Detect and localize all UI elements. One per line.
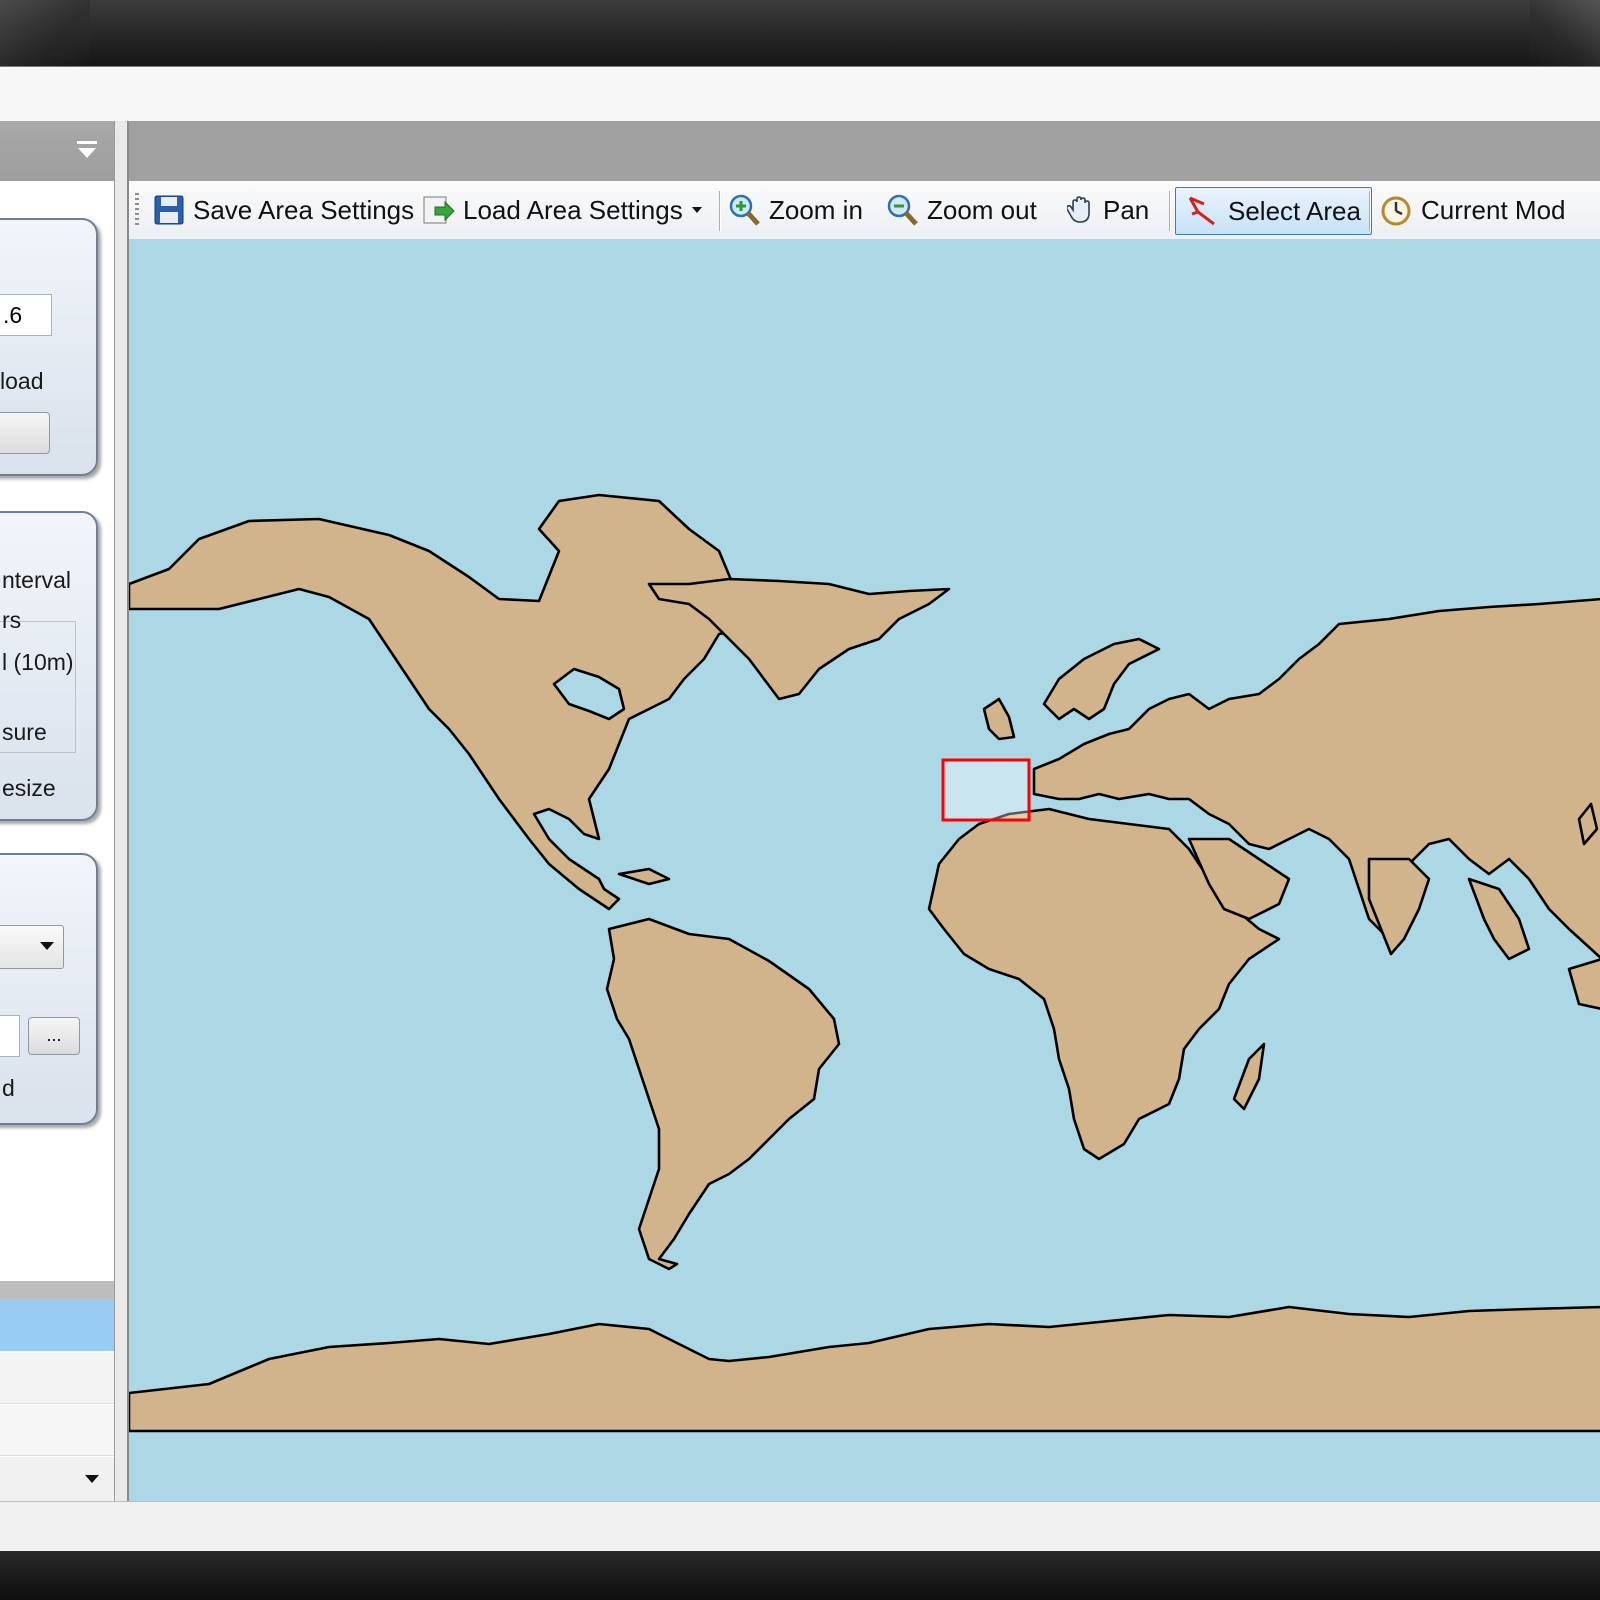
menu-bar bbox=[0, 67, 1600, 122]
map-panel-header bbox=[129, 121, 1600, 181]
world-map[interactable] bbox=[129, 239, 1600, 1501]
download-button[interactable] bbox=[0, 412, 50, 454]
clock-icon bbox=[1381, 196, 1411, 226]
value-input[interactable]: .6 bbox=[0, 294, 52, 336]
list-header bbox=[0, 1281, 114, 1299]
map-toolbar: Save Area Settings Load Area Settings Zo… bbox=[129, 181, 1600, 240]
zoom-out-icon bbox=[887, 194, 918, 226]
save-icon bbox=[154, 195, 184, 225]
list-footer bbox=[0, 1457, 114, 1501]
select-area-icon bbox=[1188, 196, 1215, 226]
select-area-button[interactable]: Select Area bbox=[1175, 187, 1372, 235]
zoom-in-label: Zoom in bbox=[769, 194, 863, 225]
pan-button[interactable]: Pan bbox=[1067, 187, 1149, 233]
map-panel: Save Area Settings Load Area Settings Zo… bbox=[127, 121, 1600, 1501]
chevron-down-icon[interactable] bbox=[84, 1473, 100, 1485]
resize-option[interactable]: esize bbox=[2, 775, 56, 802]
selected-area-rectangle[interactable] bbox=[941, 758, 1031, 822]
save-area-settings-label: Save Area Settings bbox=[193, 194, 415, 225]
window-bottom-frame bbox=[0, 1551, 1600, 1600]
load-area-settings-button[interactable]: Load Area Settings bbox=[421, 187, 703, 233]
save-area-settings-button[interactable]: Save Area Settings bbox=[153, 187, 414, 233]
zoom-out-button[interactable]: Zoom out bbox=[885, 187, 1037, 233]
settings-group-output: ... d bbox=[0, 853, 98, 1125]
interval-label: nterval bbox=[2, 567, 72, 593]
list-item[interactable] bbox=[0, 1405, 114, 1456]
zoom-in-button[interactable]: Zoom in bbox=[727, 187, 863, 233]
browse-button[interactable]: ... bbox=[28, 1017, 80, 1055]
settings-panel-header bbox=[0, 121, 114, 181]
resolution-option[interactable]: l (10m) bbox=[2, 649, 74, 676]
current-model-label: Current Mod bbox=[1421, 194, 1566, 225]
list-item[interactable] bbox=[0, 1353, 114, 1404]
settings-panel: .6 load nterval rs l (10m) sure esize ..… bbox=[0, 121, 115, 1501]
toolbar-separator bbox=[1169, 191, 1170, 231]
settings-group-layers: nterval rs l (10m) sure esize bbox=[0, 511, 98, 821]
settings-group-download: .6 load bbox=[0, 218, 98, 476]
select-area-label: Select Area bbox=[1228, 195, 1361, 226]
value-input-text: .6 bbox=[3, 302, 23, 328]
chevron-down-icon bbox=[40, 942, 54, 950]
toolbar-separator bbox=[1369, 191, 1370, 231]
pan-hand-icon bbox=[1067, 196, 1090, 223]
zoom-out-label: Zoom out bbox=[927, 194, 1037, 225]
panel-splitter[interactable] bbox=[115, 121, 127, 1501]
current-model-button[interactable]: Current Mod bbox=[1379, 187, 1566, 233]
layers-label: rs bbox=[2, 607, 22, 633]
output-label: d bbox=[2, 1075, 15, 1101]
window-title-bar bbox=[0, 0, 1600, 67]
chevron-down-icon[interactable] bbox=[691, 205, 703, 215]
load-area-settings-label: Load Area Settings bbox=[463, 194, 683, 225]
pressure-option[interactable]: sure bbox=[2, 719, 47, 746]
load-icon bbox=[423, 196, 455, 224]
list-item-selected[interactable] bbox=[0, 1299, 114, 1351]
panel-menu-icon[interactable] bbox=[76, 139, 98, 161]
status-bar bbox=[0, 1501, 1600, 1552]
toolbar-separator bbox=[719, 191, 720, 231]
download-label: load bbox=[0, 368, 44, 394]
titlebar-decoration bbox=[1530, 0, 1600, 66]
pan-label: Pan bbox=[1103, 194, 1150, 225]
output-path-input[interactable] bbox=[0, 1015, 20, 1057]
zoom-in-icon bbox=[729, 194, 760, 226]
toolbar-grip[interactable] bbox=[135, 193, 139, 227]
titlebar-decoration bbox=[0, 0, 90, 66]
output-dropdown[interactable] bbox=[0, 925, 64, 969]
